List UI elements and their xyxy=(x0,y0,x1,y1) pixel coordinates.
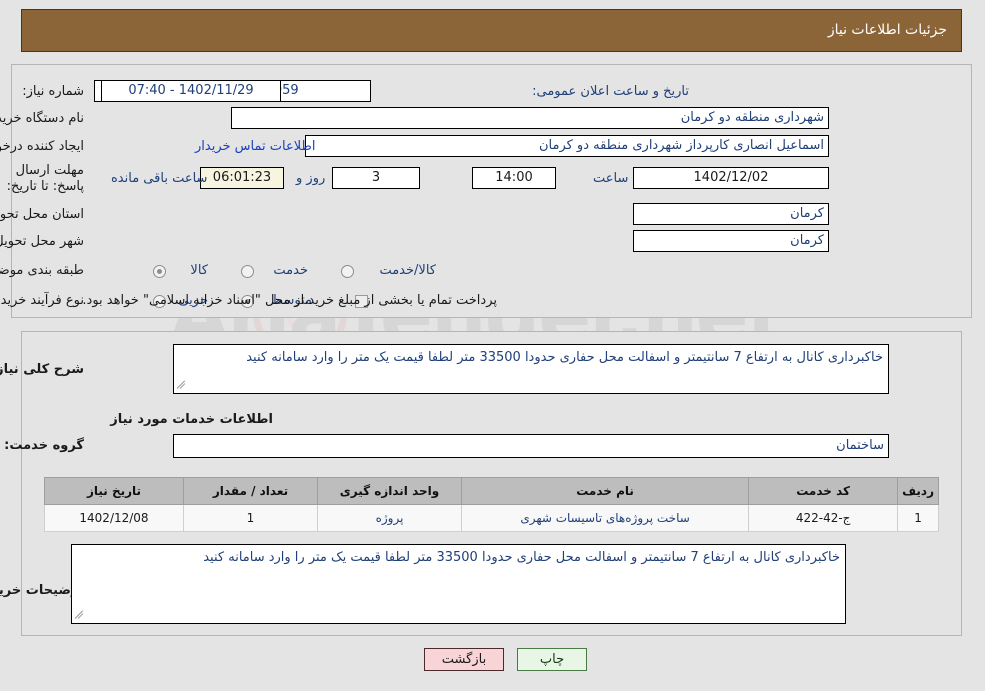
city-value: کرمان xyxy=(634,230,830,252)
back-button[interactable]: بازگشت xyxy=(425,648,505,671)
col-qty: تعداد / مقدار xyxy=(184,477,319,505)
cell-code: ج-42-422 xyxy=(749,504,900,532)
city-label: شهر محل تحویل: xyxy=(0,234,85,249)
cell-row: 1 xyxy=(898,504,940,532)
radio-category-kala[interactable] xyxy=(154,265,167,278)
service-group-label: گروه خدمت: xyxy=(5,438,85,453)
radio-category-kala-khedmat-label: کالا/خدمت xyxy=(380,263,437,278)
countdown-timer: 06:01:23 xyxy=(201,167,285,189)
cell-qty: 1 xyxy=(184,504,319,532)
buyer-notes-resize-grip[interactable] xyxy=(75,608,88,620)
remaining-label: ساعت باقی مانده xyxy=(112,171,209,186)
public-announce-value: 1402/11/29 - 07:40 xyxy=(102,80,282,102)
col-unit: واحد اندازه گیری xyxy=(318,477,463,505)
deadline-time-value: 14:00 xyxy=(473,167,557,189)
page-header: جزئیات اطلاعات نیاز xyxy=(22,9,963,52)
province-label: استان محل تحویل: xyxy=(0,207,85,222)
buyer-notes-value[interactable]: خاکبرداری کانال به ارتفاع 7 سانتیمتر و ا… xyxy=(72,544,847,624)
page-title: جزئیات اطلاعات نیاز xyxy=(828,22,948,38)
days-label: روز و xyxy=(297,171,327,186)
table-header-row: ردیف کد خدمت نام خدمت واحد اندازه گیری ت… xyxy=(45,477,940,505)
province-value: کرمان xyxy=(634,203,830,225)
process-type-label: نوع فرآیند خرید : xyxy=(0,293,85,308)
buyer-org-label: نام دستگاه خریدار: xyxy=(0,111,85,126)
table-row: 1 ج-42-422 ساخت پروژه‌های تاسیسات شهری پ… xyxy=(45,504,940,532)
need-number-label: شماره نیاز: xyxy=(23,84,85,99)
deadline-date-value: 1402/12/02 xyxy=(634,167,830,189)
requester-value: اسماعیل انصاری کارپرداز شهرداری منطقه دو… xyxy=(306,135,830,157)
radio-category-khedmat[interactable] xyxy=(242,265,255,278)
buyer-org-value: شهرداری منطقه دو کرمان xyxy=(232,107,830,129)
radio-category-kala-khedmat[interactable] xyxy=(342,265,355,278)
col-row: ردیف xyxy=(898,477,940,505)
col-need-date: تاریخ نیاز xyxy=(45,477,185,505)
general-description-value[interactable]: خاکبرداری کانال به ارتفاع 7 سانتیمتر و ا… xyxy=(174,344,890,394)
buyer-contact-link[interactable]: اطلاعات تماس خریدار xyxy=(196,139,316,154)
hour-label: ساعت xyxy=(594,171,630,186)
need-info-panel xyxy=(12,64,973,318)
print-button[interactable]: چاپ xyxy=(518,648,588,671)
deadline-label: مهلت ارسال پاسخ: تا تاریخ: xyxy=(7,163,85,194)
treasury-bond-label: پرداخت تمام یا بخشی از مبلغ خرید،از محل … xyxy=(83,293,498,308)
services-table: ردیف کد خدمت نام خدمت واحد اندازه گیری ت… xyxy=(45,477,940,532)
description-resize-grip[interactable] xyxy=(177,378,190,390)
days-remaining-value: 3 xyxy=(333,167,421,189)
radio-category-khedmat-label: خدمت xyxy=(274,263,309,278)
radio-category-kala-label: کالا xyxy=(191,263,209,278)
cell-name: ساخت پروژه‌های تاسیسات شهری xyxy=(461,504,751,532)
col-code: کد خدمت xyxy=(749,477,900,505)
cell-unit: پروژه xyxy=(318,504,463,532)
category-label: طبقه بندی موضوعی: xyxy=(0,263,85,278)
col-name: نام خدمت xyxy=(461,477,751,505)
service-group-value: ساختمان xyxy=(174,434,890,458)
public-announce-label: تاریخ و ساعت اعلان عمومی: xyxy=(533,84,690,99)
services-section-heading: اطلاعات خدمات مورد نیاز xyxy=(111,412,274,427)
cell-need-date: 1402/12/08 xyxy=(45,504,185,532)
requester-label: ایجاد کننده درخواست: xyxy=(0,139,85,154)
general-description-label: شرح کلی نیاز: xyxy=(0,362,85,377)
